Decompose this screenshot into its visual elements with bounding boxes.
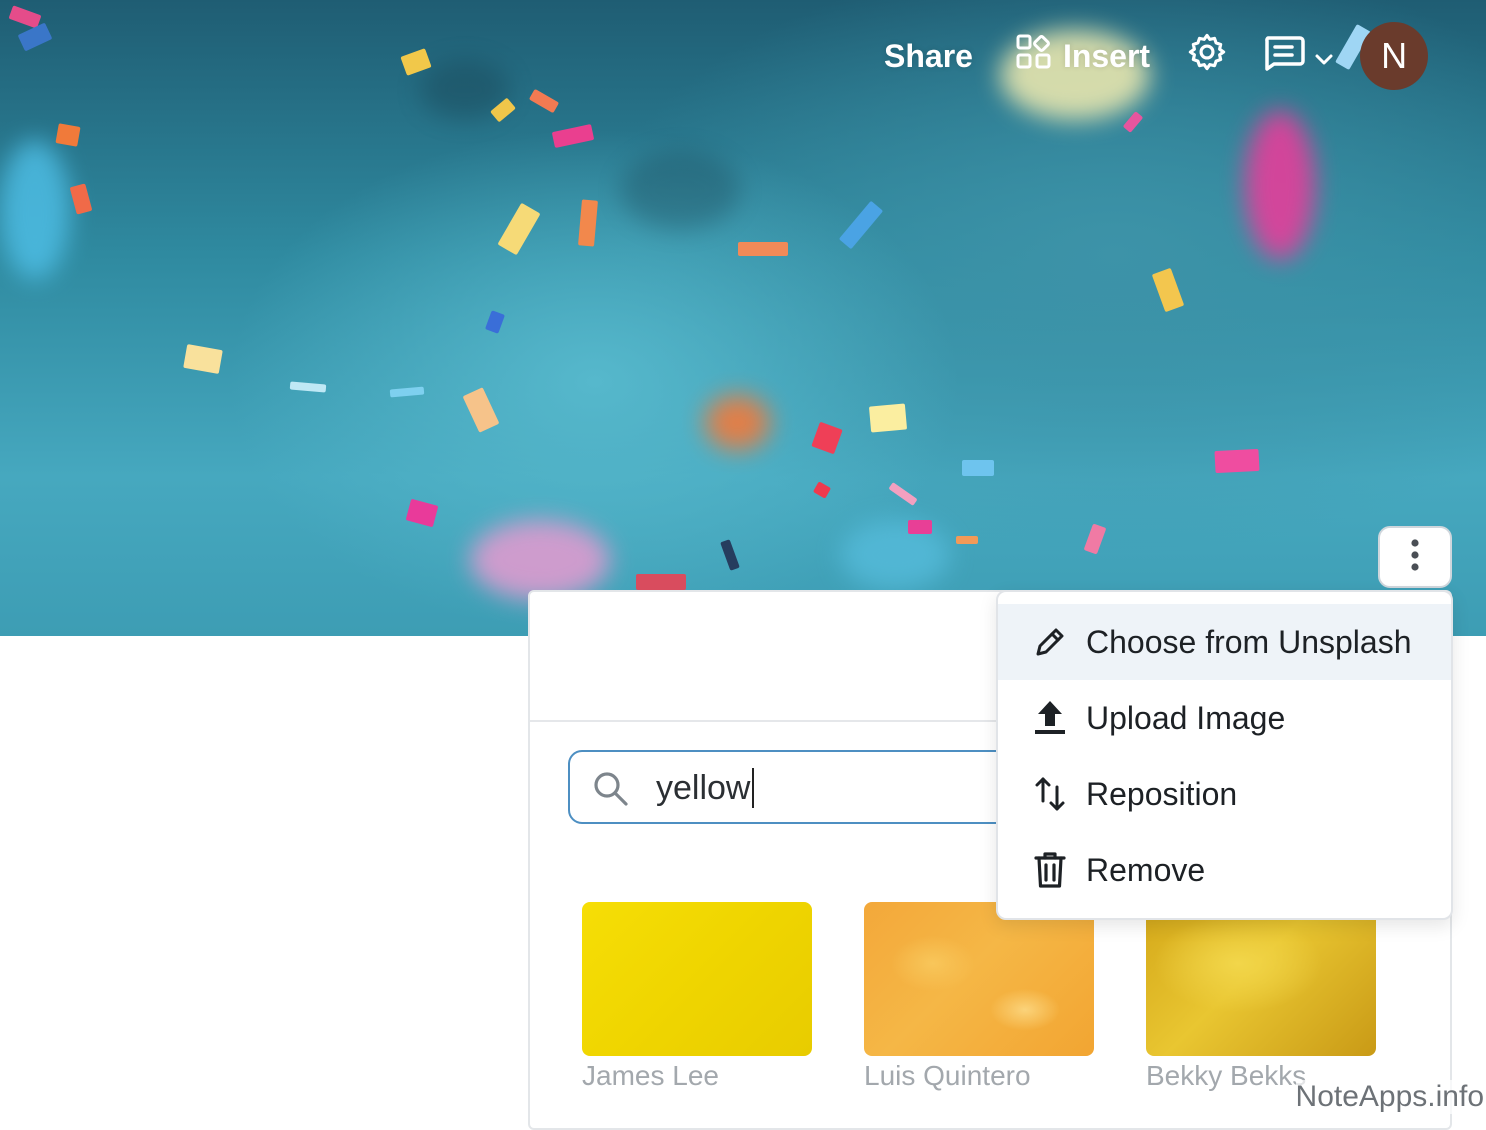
search-value: yellow — [656, 768, 751, 807]
cover-options-button[interactable] — [1378, 526, 1452, 588]
unsplash-result-thumbnail[interactable] — [864, 902, 1094, 1056]
pencil-icon — [1030, 622, 1070, 662]
unsplash-result-thumbnail[interactable] — [582, 902, 812, 1056]
menu-item-upload-image[interactable]: Upload Image — [998, 680, 1451, 756]
insert-button[interactable]: Insert — [1015, 33, 1150, 79]
menu-item-reposition[interactable]: Reposition — [998, 756, 1451, 832]
insert-label: Insert — [1062, 37, 1151, 74]
menu-item-remove[interactable]: Remove — [998, 832, 1451, 908]
comment-icon — [1262, 32, 1306, 80]
avatar-initial: N — [1381, 35, 1408, 76]
share-button[interactable]: Share — [884, 38, 973, 75]
photo-credit[interactable]: Bekky Bekks — [1146, 1060, 1306, 1092]
top-toolbar: Share Insert N — [870, 20, 1429, 92]
cover-image — [0, 0, 1486, 636]
search-input[interactable]: yellow — [656, 768, 755, 808]
upload-icon — [1030, 698, 1070, 738]
more-vertical-icon — [1410, 538, 1420, 577]
photo-credit[interactable]: James Lee — [582, 1060, 719, 1092]
insert-icon — [1015, 33, 1053, 79]
settings-button[interactable] — [1186, 31, 1228, 81]
gear-icon — [1186, 31, 1228, 81]
menu-item-label: Remove — [1086, 851, 1206, 888]
photo-credit[interactable]: Luis Quintero — [864, 1060, 1031, 1092]
search-icon — [592, 770, 630, 813]
menu-item-label: Choose from Unsplash — [1086, 623, 1412, 660]
trash-icon — [1030, 850, 1070, 890]
watermark: NoteApps.info — [1295, 1080, 1484, 1114]
cover-options-menu: Choose from Unsplash Upload Image Reposi… — [996, 590, 1453, 920]
reposition-icon — [1030, 774, 1070, 814]
unsplash-result-thumbnail[interactable] — [1146, 902, 1376, 1056]
menu-item-label: Reposition — [1086, 775, 1238, 812]
share-label: Share — [884, 37, 973, 74]
menu-item-label: Upload Image — [1086, 699, 1286, 736]
text-caret — [752, 768, 755, 808]
comments-button[interactable] — [1262, 32, 1334, 80]
menu-item-choose-from-unsplash[interactable]: Choose from Unsplash — [998, 604, 1451, 680]
avatar[interactable]: N — [1360, 22, 1429, 90]
chevron-down-icon — [1314, 38, 1334, 75]
